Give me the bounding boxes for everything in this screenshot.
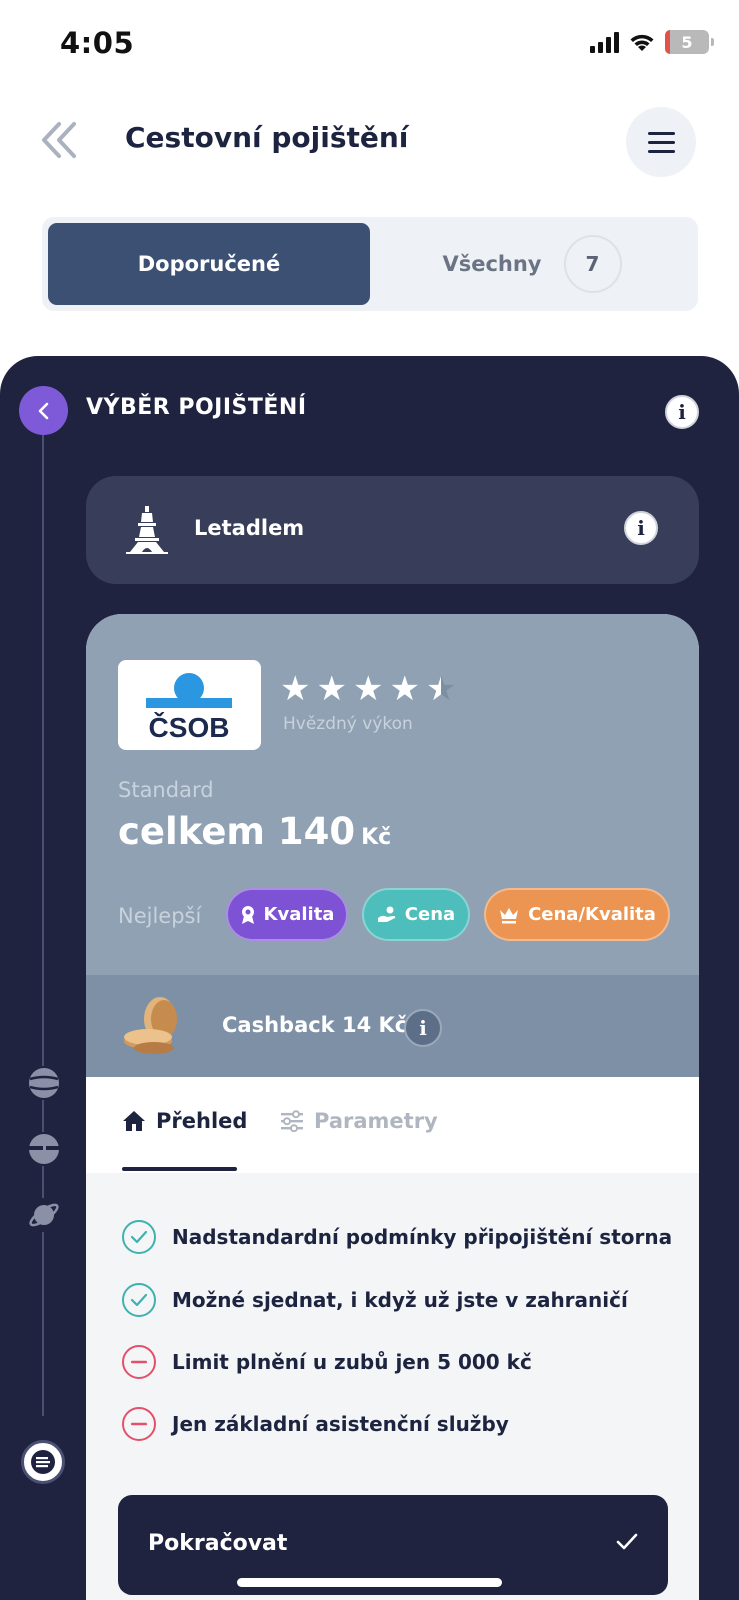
feature-text: Jen základní asistenční služby — [172, 1412, 509, 1436]
hand-money-icon — [377, 906, 396, 922]
status-time: 4:05 — [60, 26, 135, 60]
price-amount: celkem 140 — [118, 810, 356, 853]
battery-level: 5 — [681, 32, 693, 52]
globe-icon[interactable] — [27, 1066, 61, 1100]
price: celkem 140 Kč — [118, 810, 391, 853]
step-back-button[interactable] — [19, 386, 68, 435]
menu-button[interactable] — [626, 107, 696, 177]
list-arrow-icon — [31, 1450, 55, 1474]
panel-info-icon[interactable]: i — [665, 395, 699, 429]
feature-list: Nadstandardní podmínky připojištění stor… — [86, 1173, 699, 1600]
tab-parameters[interactable]: Parametry — [280, 1109, 438, 1133]
cashback-row: Cashback 14 Kč i — [86, 975, 699, 1077]
tab-overview-label: Přehled — [156, 1109, 248, 1133]
saturn-icon[interactable] — [27, 1198, 61, 1232]
star-icon: ★ — [316, 669, 347, 709]
star-icon: ★ — [352, 669, 384, 709]
transport-card[interactable]: Letadlem i — [86, 476, 699, 584]
timeline-line — [42, 396, 44, 1416]
eiffel-tower-icon — [126, 506, 168, 554]
offer-card: ČSOB ★ ★ ★ ★ ★ Hvězdný výkon Standard ce… — [86, 614, 699, 1600]
star-icon: ★ — [389, 669, 420, 709]
transport-info-icon[interactable]: i — [624, 511, 658, 545]
feature-text: Možné sjednat, i když už jste v zahranič… — [172, 1288, 628, 1312]
cashback-label: Cashback 14 Kč — [222, 1013, 408, 1037]
badge-price[interactable]: Cena — [362, 888, 470, 941]
cashback-info-icon[interactable]: i — [404, 1009, 442, 1047]
segment-all[interactable]: Všechny 7 — [372, 223, 692, 305]
back-button[interactable] — [38, 118, 82, 162]
list-item: Nadstandardní podmínky připojištění stor… — [122, 1220, 672, 1254]
double-chevron-left-icon — [42, 122, 76, 158]
tab-parameters-label: Parametry — [314, 1109, 438, 1133]
best-label: Nejlepší — [118, 904, 202, 928]
status-icons: 5 — [590, 30, 714, 54]
badge-price-quality[interactable]: Cena/Kvalita — [484, 888, 670, 941]
star-rating: ★ ★ ★ ★ ★ — [280, 672, 456, 706]
planet-stripes-icon[interactable] — [27, 1132, 61, 1166]
page-title: Cestovní pojištění — [125, 121, 409, 154]
tab-overview[interactable]: Přehled — [122, 1109, 247, 1133]
list-item: Možné sjednat, i když už jste v zahranič… — [122, 1283, 628, 1317]
filter-segment: Doporučené Všechny 7 — [42, 217, 698, 311]
provider-logo-text: ČSOB — [149, 711, 230, 743]
active-tab-indicator — [122, 1167, 237, 1171]
segment-all-count: 7 — [563, 235, 622, 293]
star-half-icon: ★ — [426, 672, 456, 706]
offer-summary: ČSOB ★ ★ ★ ★ ★ Hvězdný výkon Standard ce… — [86, 614, 699, 975]
check-circle-icon — [122, 1283, 156, 1317]
check-circle-icon — [122, 1220, 156, 1254]
offer-tabs: Přehled Parametry — [86, 1077, 699, 1173]
check-icon — [616, 1533, 638, 1550]
minus-circle-icon — [122, 1345, 156, 1379]
panel-title: VÝBĚR POJIŠTĚNÍ — [86, 395, 307, 420]
segment-all-label: Všechny — [442, 252, 542, 276]
price-currency: Kč — [361, 825, 392, 850]
minus-circle-icon — [122, 1407, 156, 1441]
feature-text: Limit plnění u zubů jen 5 000 kč — [172, 1350, 532, 1374]
continue-label: Pokračovat — [148, 1531, 288, 1556]
battery-icon: 5 — [665, 30, 714, 54]
badge-quality-label: Kvalita — [263, 904, 335, 925]
chevron-left-icon — [38, 402, 48, 419]
home-icon — [123, 1111, 145, 1131]
list-item: Jen základní asistenční služby — [122, 1407, 509, 1441]
sliders-icon — [281, 1110, 303, 1132]
badge-price-quality-label: Cena/Kvalita — [528, 904, 656, 925]
list-item: Limit plnění u zubů jen 5 000 kč — [122, 1345, 532, 1379]
insurance-selection-panel: VÝBĚR POJIŠTĚNÍ i Letadlem i ČSOB ★ ★ ★ … — [0, 356, 739, 1600]
star-icon: ★ — [280, 669, 311, 709]
provider-logo: ČSOB — [118, 660, 261, 750]
home-indicator — [237, 1578, 502, 1587]
side-menu-button[interactable] — [21, 1440, 65, 1484]
transport-label: Letadlem — [194, 516, 305, 540]
coins-icon — [124, 997, 177, 1054]
crown-icon — [500, 907, 519, 923]
wifi-icon — [630, 34, 654, 51]
segment-recommended[interactable]: Doporučené — [48, 223, 370, 305]
badge-quality[interactable]: Kvalita — [226, 888, 348, 941]
signal-icon — [590, 31, 619, 53]
feature-text: Nadstandardní podmínky připojištění stor… — [172, 1225, 673, 1249]
badge-price-label: Cena — [404, 904, 456, 925]
variant-label: Standard — [118, 778, 214, 802]
hamburger-icon — [647, 131, 675, 135]
award-icon — [241, 905, 254, 924]
status-bar: 4:05 5 — [0, 0, 739, 90]
rating-label: Hvězdný výkon — [283, 714, 413, 734]
